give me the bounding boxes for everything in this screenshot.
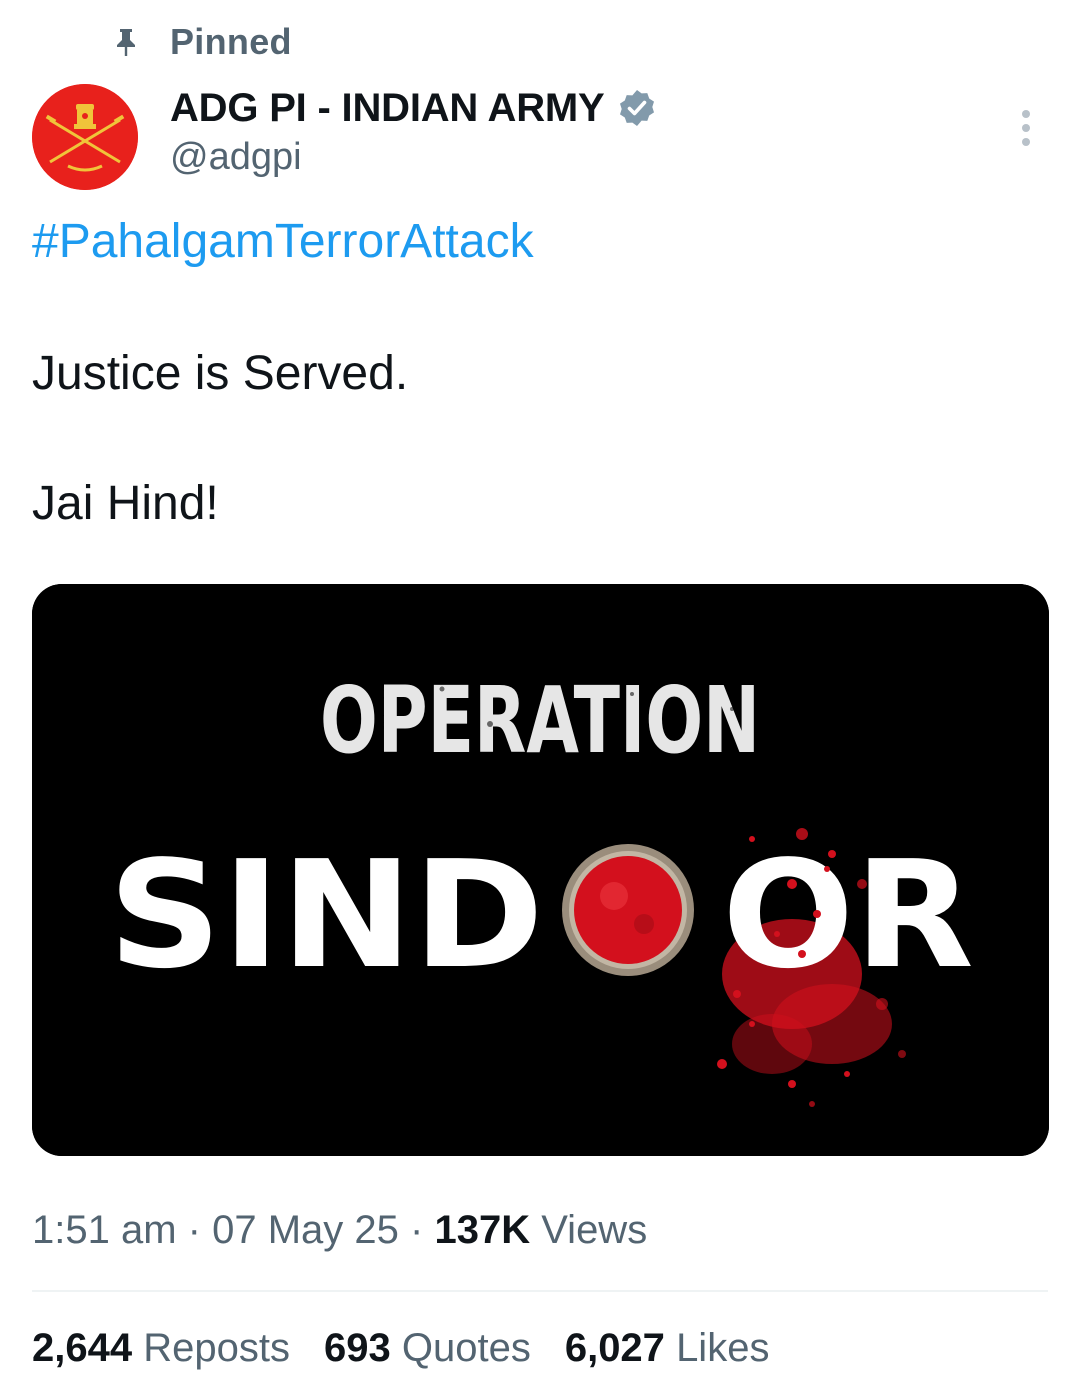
post-meta: 1:51 am · 07 May 25 · 137K Views <box>32 1208 648 1252</box>
more-options-button[interactable] <box>1008 104 1044 152</box>
post-text-line-2: Jai Hind! <box>32 477 219 530</box>
quotes-stat[interactable]: 693 Quotes <box>324 1326 531 1371</box>
verified-badge-icon[interactable] <box>617 88 657 128</box>
reposts-stat[interactable]: 2,644 Reposts <box>32 1326 290 1371</box>
engagement-stats: 2,644 Reposts 693 Quotes 6,027 Likes <box>32 1326 803 1371</box>
likes-stat[interactable]: 6,027 Likes <box>565 1326 770 1371</box>
post-detail: Pinned ADG PI - INDIAN ARMY @adgpi #Paha… <box>0 0 1080 1399</box>
pin-icon <box>117 29 135 56</box>
display-name[interactable]: ADG PI - INDIAN ARMY <box>170 86 605 131</box>
hashtag-link[interactable]: #PahalgamTerrorAttack <box>32 214 534 269</box>
post-image[interactable]: OPERATION SIND OR <box>32 584 1049 1156</box>
author-block[interactable]: ADG PI - INDIAN ARMY @adgpi <box>170 84 657 179</box>
avatar[interactable] <box>32 84 138 190</box>
handle[interactable]: @adgpi <box>170 136 657 179</box>
post-time[interactable]: 1:51 am <box>32 1208 177 1252</box>
more-vertical-icon <box>1022 110 1030 118</box>
post-text-line-1: Justice is Served. <box>32 347 409 400</box>
image-title-top: OPERATION <box>320 667 760 774</box>
image-title-bottom-right: OR <box>722 829 974 1001</box>
views-count: 137K <box>434 1208 531 1252</box>
pinned-label: Pinned <box>170 21 292 62</box>
post-date[interactable]: 07 May 25 <box>212 1208 399 1252</box>
operation-sindoor-graphic: OPERATION SIND OR <box>32 584 1049 1156</box>
army-emblem-icon <box>32 84 138 190</box>
divider <box>32 1290 1048 1292</box>
pinned-indicator: Pinned <box>112 21 292 62</box>
views-label: Views <box>541 1208 648 1252</box>
image-title-bottom-left: SIND <box>108 829 544 1001</box>
